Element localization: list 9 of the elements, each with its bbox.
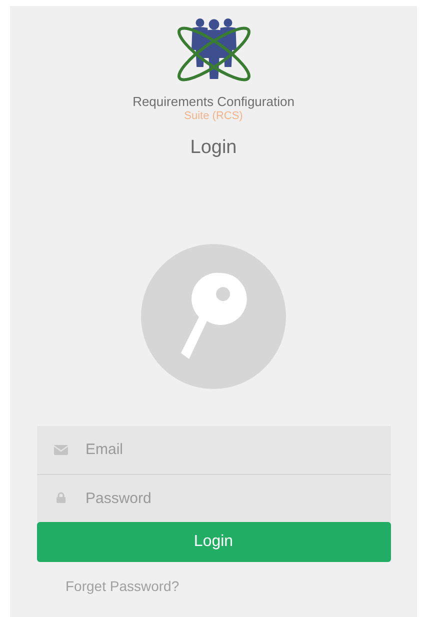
app-subtitle: Suite (RCS) [184, 110, 243, 124]
app-name: Requirements Configuration [132, 94, 294, 110]
lock-icon [56, 492, 66, 504]
forgot-password-link[interactable]: Forget Password? [66, 576, 180, 597]
login-heading: Login [190, 136, 237, 160]
input-field[interactable]: Password [36, 474, 390, 522]
login-button[interactable]: Login [36, 522, 390, 562]
input-field[interactable]: Email [36, 426, 390, 474]
key-icon [178, 271, 248, 362]
